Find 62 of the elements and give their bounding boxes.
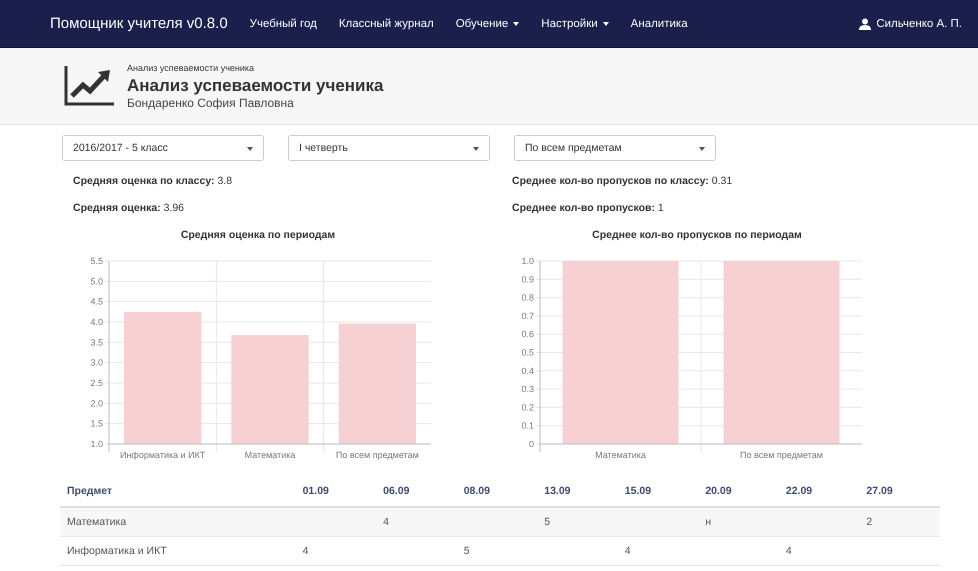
student-name: Бондаренко София Павловна [127,96,295,110]
y-tick-label: 0.5 [521,348,534,358]
stat-text: Средняя оценка по классу: 3.8 [73,175,234,189]
stat-text: Среднее кол-во пропусков: 1 [512,202,665,216]
table-cell: 4 [383,516,389,528]
table-cell: н [705,516,712,528]
user-icon [859,18,872,30]
table-cell: Математика [67,516,126,528]
y-tick-label: 0.8 [521,292,534,303]
caret-icon [513,22,520,26]
y-tick-label: 5.5 [90,256,103,266]
nav-link[interactable]: Классный журнал [338,18,434,30]
y-tick-label: 2.0 [90,398,103,408]
nav-link[interactable]: Настройки [541,18,609,30]
caret-icon [473,147,479,151]
y-tick-label: 0.2 [521,402,534,412]
chart-title: Средняя оценка по периодам [180,229,336,241]
caret-icon [247,147,253,151]
y-tick-label: 0.7 [521,310,534,321]
page-title: Анализ успеваемости ученика [127,76,384,96]
table-cell: 5 [464,545,470,557]
y-tick-label: 1.0 [521,256,534,266]
x-category-label: По всем предметам [740,450,823,460]
table-cell: Информатика и ИКТ [67,545,167,557]
y-tick-label: 4.0 [90,317,103,327]
y-tick-label: 3.5 [90,337,103,348]
x-category-label: Информатика и ИКТ [120,450,206,460]
y-tick-label: 1.0 [90,439,103,449]
table-cell: 2 [866,516,872,528]
y-tick-label: 0.9 [521,274,534,284]
stat-text: Среднее кол-во пропусков по классу: 0.31 [512,175,734,189]
y-tick-label: 0.6 [521,329,534,340]
table-cell: 4 [786,545,792,557]
x-category-label: Математика [244,450,296,460]
nav-link[interactable]: Обучение [456,18,520,30]
x-category-label: По всем предметам [336,450,419,460]
y-tick-label: 2.5 [90,378,103,388]
nav-link[interactable]: Аналитика [630,18,688,30]
stat-text: Средняя оценка: 3.96 [73,202,186,216]
caret-icon [602,22,609,26]
y-tick-label: 0.3 [521,384,534,394]
y-tick-label: 0 [528,439,534,449]
select-dropdown[interactable]: I четверть [288,135,490,161]
x-category-label: Математика [595,450,646,460]
y-tick-label: 4.5 [90,296,103,307]
select-dropdown[interactable]: По всем предметам [514,135,716,161]
user-link[interactable]: Сильченко А. П. [876,18,962,30]
table-cell: 4 [302,545,308,557]
y-tick-label: 0.1 [521,420,534,431]
y-tick-label: 3.0 [90,358,103,368]
select-dropdown[interactable]: 2016/2017 - 5 класс [62,135,264,161]
y-tick-label: 0.4 [521,366,534,376]
app-brand[interactable]: Помощник учителя v0.8.0 [50,15,228,32]
table-cell: 5 [544,516,550,528]
table-cell: 4 [624,545,631,557]
chart-title: Среднее кол-во пропусков по периодам [591,229,803,241]
y-tick-label: 1.5 [90,418,103,429]
y-tick-label: 5.0 [90,276,103,286]
nav-link[interactable]: Учебный год [250,18,317,30]
trend-chart-icon [64,66,114,106]
breadcrumb: Анализ успеваемости ученика [127,62,256,72]
caret-icon [699,147,705,151]
